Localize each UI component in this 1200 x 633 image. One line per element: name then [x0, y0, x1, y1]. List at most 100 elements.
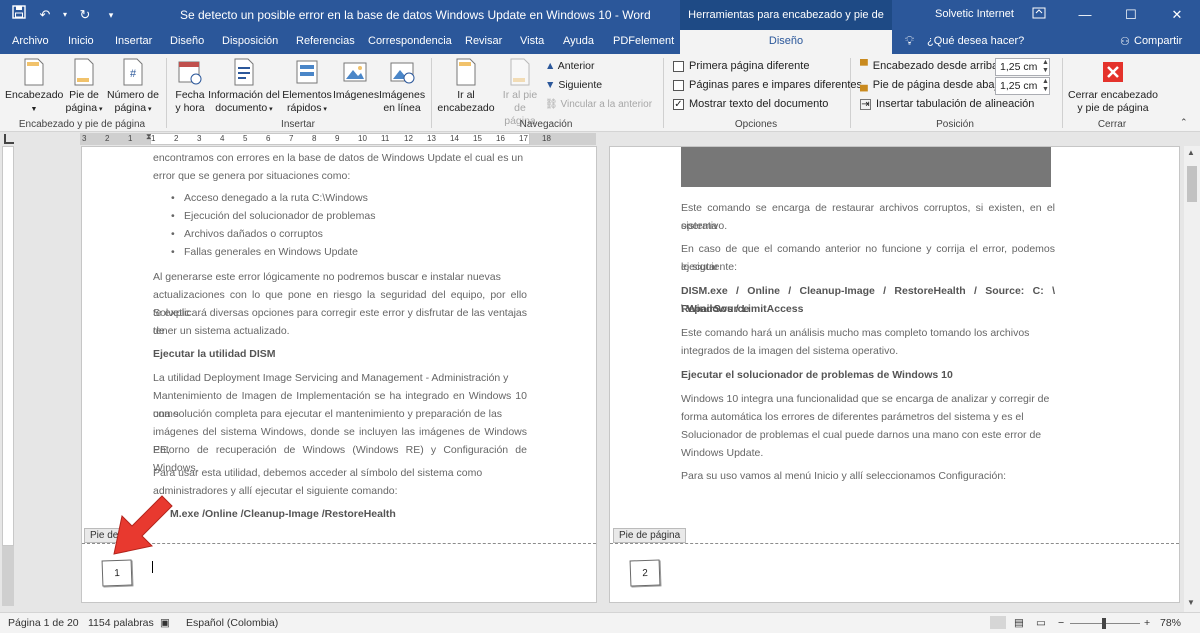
page-count[interactable]: Página 1 de 20	[8, 617, 79, 629]
page-1[interactable]: encontramos con errores en la base de da…	[81, 146, 597, 603]
tab-vista[interactable]: Vista	[520, 35, 544, 47]
scroll-up-icon[interactable]: ▲	[1187, 148, 1195, 157]
indent-marker-icon[interactable]: ⧗	[146, 132, 152, 142]
previous-button[interactable]: ▲ Anterior	[545, 60, 595, 73]
previous-icon: ▲	[545, 60, 556, 72]
different-first-page-checkbox[interactable]: Primera página diferente	[673, 60, 809, 72]
share-button[interactable]: Compartir	[1134, 35, 1182, 47]
ruler-number: 13	[427, 134, 436, 143]
scroll-thumb[interactable]	[1187, 166, 1197, 202]
ruler-number: 17	[519, 134, 528, 143]
read-mode-icon[interactable]	[990, 616, 1006, 629]
checkmark-icon: ✓	[673, 98, 684, 110]
user-name[interactable]: Solvetic Internet	[935, 8, 1014, 20]
zoom-in-icon[interactable]: +	[1144, 617, 1150, 629]
zoom-level[interactable]: 78%	[1160, 617, 1181, 629]
ruler-number: 6	[266, 134, 271, 143]
spinner-arrows-icon[interactable]: ▲ ▼	[1042, 78, 1049, 94]
group-label-close: Cerrar	[1097, 119, 1127, 130]
calendar-icon	[177, 58, 203, 86]
language[interactable]: Español (Colombia)	[186, 617, 278, 629]
list-item: Acceso denegado a la ruta C:\Windows	[171, 192, 368, 204]
go-to-footer-button[interactable]: Ir al pie de página	[497, 58, 543, 128]
insert-alignment-tab-button[interactable]: ⇥ Insertar tabulación de alineación	[860, 98, 1034, 110]
undo-icon[interactable]: ↶	[34, 5, 56, 25]
footer-from-bottom-label: Pie de página desde abajo:	[872, 79, 1007, 91]
show-document-text-checkbox[interactable]: ✓ Mostrar texto del documento	[673, 98, 828, 110]
ruler-number: 3	[82, 134, 87, 143]
page-number-box[interactable]: 1	[101, 559, 133, 587]
separator	[663, 58, 664, 128]
tab-diseno[interactable]: Diseño	[170, 35, 204, 47]
tab-referencias[interactable]: Referencias	[296, 35, 355, 47]
group-label-header-footer: Encabezado y pie de página	[18, 119, 146, 130]
page-number-box[interactable]: 2	[629, 559, 661, 587]
tab-revisar[interactable]: Revisar	[465, 35, 502, 47]
proofing-icon[interactable]: ▣	[160, 617, 170, 629]
tab-disposicion[interactable]: Disposición	[222, 35, 278, 47]
next-button[interactable]: ▼ Siguiente	[545, 79, 602, 92]
link-to-previous-label: Vincular a la anterior	[560, 99, 653, 110]
zoom-out-icon[interactable]: −	[1058, 617, 1064, 629]
share-icon[interactable]: ⚇	[1120, 35, 1130, 48]
close-x-icon	[1100, 58, 1126, 86]
tab-archivo[interactable]: Archivo	[12, 35, 49, 47]
odd-even-pages-checkbox[interactable]: Páginas pares e impares diferentes	[673, 79, 862, 91]
spinner-arrows-icon[interactable]: ▲ ▼	[1042, 59, 1049, 75]
document-info-button[interactable]: Información del documento ▾	[208, 58, 280, 116]
go-to-footer-icon	[507, 58, 533, 86]
tab-inicio[interactable]: Inicio	[68, 35, 94, 47]
customize-toolbar-icon[interactable]: ▾	[100, 5, 122, 25]
dropdown-arrow-icon: ▾	[146, 106, 152, 113]
online-pictures-button[interactable]: Imágenes en línea	[379, 58, 425, 115]
ruler-number: 11	[381, 134, 390, 143]
maximize-icon[interactable]: ☐	[1108, 0, 1154, 30]
web-layout-icon[interactable]: ▭	[1036, 617, 1046, 629]
link-to-previous-button[interactable]: ⛓ Vincular a la anterior	[545, 98, 652, 111]
tell-me-search[interactable]: ¿Qué desea hacer?	[927, 35, 1024, 47]
print-layout-icon[interactable]: ▤	[1014, 617, 1024, 629]
group-label-insert: Insertar	[281, 119, 315, 130]
minimize-icon[interactable]: —	[1062, 0, 1108, 30]
tab-ayuda[interactable]: Ayuda	[563, 35, 594, 47]
close-header-footer-button[interactable]: Cerrar encabezado y pie de página	[1066, 58, 1160, 115]
list-item: Fallas generales en Windows Update	[171, 246, 358, 258]
ruler-number: 15	[473, 134, 482, 143]
scroll-down-icon[interactable]: ▼	[1187, 598, 1195, 607]
tab-correspondencia[interactable]: Correspondencia	[368, 35, 452, 47]
pictures-button[interactable]: Imágenes	[333, 58, 379, 102]
ruler-number: 8	[312, 134, 317, 143]
close-icon[interactable]: ✕	[1154, 0, 1200, 30]
link-icon: ⛓	[545, 99, 558, 110]
page2-command: \ Windows / LimitAccess	[681, 303, 804, 315]
tab-pdfelement[interactable]: PDFelement	[613, 35, 674, 47]
save-icon[interactable]	[8, 5, 30, 25]
page2-heading: Ejecutar el solucionador de problemas de…	[681, 369, 953, 381]
page-number-button[interactable]: # Número de página ▾	[105, 58, 161, 116]
footer-label: Pie de página	[613, 528, 687, 543]
vertical-scrollbar[interactable]: ▲ ▼	[1184, 146, 1200, 612]
quick-parts-button[interactable]: Elementos rápidos ▾	[282, 58, 332, 116]
redo-icon[interactable]: ↻	[74, 5, 96, 25]
vruler-text-area	[2, 146, 14, 546]
tab-insertar[interactable]: Insertar	[115, 35, 152, 47]
window-controls: — ☐ ✕	[1016, 0, 1200, 30]
vertical-ruler[interactable]	[0, 146, 16, 612]
date-time-label-2: y hora	[175, 102, 205, 114]
header-button[interactable]: Encabezado ▼	[5, 58, 63, 116]
undo-dropdown-icon[interactable]: ▾	[60, 5, 70, 25]
ruler-number: 7	[289, 134, 294, 143]
header-label: Encabezado	[5, 89, 64, 101]
tab-selector-icon[interactable]	[4, 134, 14, 144]
zoom-slider-thumb[interactable]	[1102, 618, 1106, 629]
word-count[interactable]: 1154 palabras	[88, 617, 154, 629]
date-time-button[interactable]: Fecha y hora	[170, 58, 210, 115]
tab-diseno-header-footer[interactable]: Diseño	[680, 30, 892, 54]
ribbon-display-options-icon[interactable]	[1016, 0, 1062, 30]
page1-text: tener un sistema actualizado.	[153, 325, 290, 337]
horizontal-ruler[interactable]: 3 2 1 1 2 3 4 5 6 7 8 9 10 11 12 13 14 15 16 17 18 ⧗	[0, 132, 1200, 146]
footer-button[interactable]: Pie de página ▾	[64, 58, 104, 116]
collapse-ribbon-icon[interactable]: ⌃	[1180, 117, 1188, 128]
page-2[interactable]: Este comando se encarga de restaurar arc…	[609, 146, 1180, 603]
go-to-header-button[interactable]: Ir al encabezado	[437, 58, 495, 115]
